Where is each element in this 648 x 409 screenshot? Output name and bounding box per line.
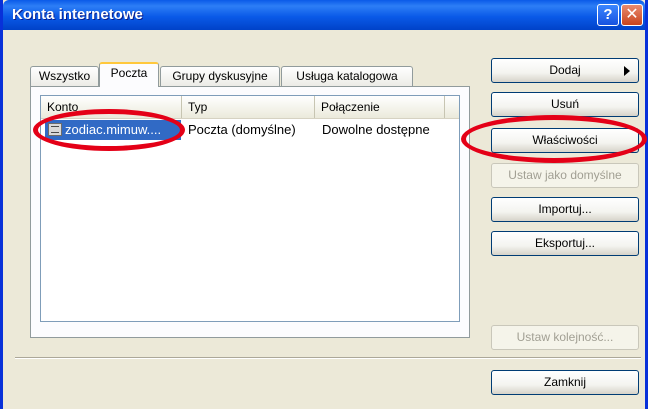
arrow-right-icon: [624, 66, 630, 76]
accounts-dialog: Konta internetowe ? ✕ Wszystko Poczta Gr…: [0, 0, 648, 409]
tab-panel: Konto Typ Połączenie zodiac.mimuw.... Po…: [30, 86, 470, 338]
close-button[interactable]: Zamknij: [491, 370, 639, 395]
set-order-button[interactable]: Ustaw kolejność...: [491, 325, 639, 350]
set-default-button[interactable]: Ustaw jako domyślne: [491, 163, 639, 188]
help-icon[interactable]: ?: [597, 4, 619, 26]
column-header-connection[interactable]: Połączenie: [315, 96, 445, 118]
export-button[interactable]: Eksportuj...: [491, 231, 639, 256]
add-button-label: Dodaj: [549, 63, 581, 77]
accounts-list[interactable]: Konto Typ Połączenie zodiac.mimuw.... Po…: [40, 95, 460, 322]
connection-cell: Dowolne dostępne: [322, 122, 430, 137]
title-bar[interactable]: Konta internetowe ? ✕: [3, 0, 645, 30]
tab-directory-service[interactable]: Usługa katalogowa: [281, 66, 413, 86]
account-cell[interactable]: zodiac.mimuw....: [45, 120, 181, 140]
import-button[interactable]: Importuj...: [491, 197, 639, 222]
column-header-account[interactable]: Konto: [41, 96, 182, 118]
divider: [15, 357, 641, 359]
tab-mail[interactable]: Poczta: [99, 62, 159, 87]
type-cell: Poczta (domyślne): [188, 122, 296, 137]
remove-button[interactable]: Usuń: [491, 92, 639, 117]
window-title: Konta internetowe: [12, 6, 143, 23]
mail-account-icon: [48, 123, 62, 136]
tab-all[interactable]: Wszystko: [30, 66, 99, 86]
table-row[interactable]: zodiac.mimuw.... Poczta (domyślne) Dowol…: [41, 120, 459, 140]
list-header: Konto Typ Połączenie: [41, 96, 459, 119]
close-icon[interactable]: ✕: [621, 4, 643, 26]
tab-newsgroups[interactable]: Grupy dyskusyjne: [160, 66, 280, 86]
properties-button[interactable]: Właściwości: [491, 128, 639, 153]
add-button[interactable]: Dodaj: [491, 58, 639, 83]
column-header-type[interactable]: Typ: [182, 96, 315, 118]
account-name: zodiac.mimuw....: [65, 122, 162, 137]
